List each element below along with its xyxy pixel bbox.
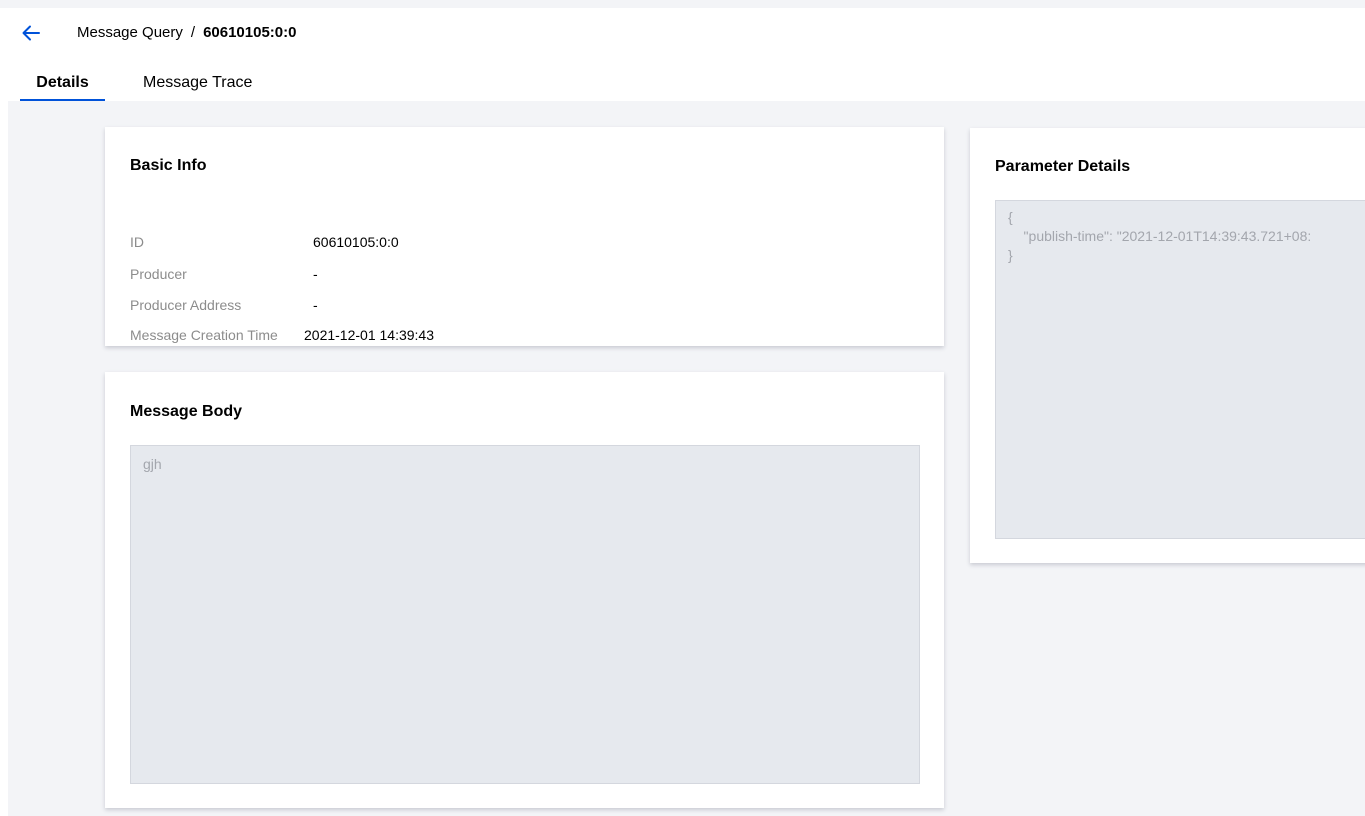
parameter-details-textarea[interactable]: { "publish-time": "2021-12-01T14:39:43.7… — [995, 200, 1365, 539]
message-detail-page: Message Query / 60610105:0:0 Details Messa… — [0, 0, 1365, 816]
info-label: Producer Address — [130, 297, 242, 313]
message-body-textarea[interactable]: gjh — [130, 445, 920, 784]
info-label: Message Creation Time — [130, 327, 278, 343]
breadcrumb-parent[interactable]: Message Query — [77, 24, 183, 41]
info-value: - — [313, 297, 318, 313]
breadcrumb-current: 60610105:0:0 — [203, 24, 297, 41]
info-value: 60610105:0:0 — [313, 234, 399, 250]
parameter-details-title: Parameter Details — [995, 158, 1131, 175]
breadcrumb: Message Query / 60610105:0:0 — [77, 23, 296, 43]
page-header: Message Query / 60610105:0:0 Details Messa… — [0, 0, 1365, 101]
info-value: - — [313, 266, 318, 282]
message-body-card: Message Body gjh — [105, 372, 944, 808]
arrow-left-icon — [22, 25, 40, 41]
param-line: { — [1008, 209, 1013, 225]
message-body-title: Message Body — [130, 403, 243, 420]
basic-info-title: Basic Info — [130, 157, 207, 174]
info-label: Producer — [130, 266, 187, 282]
parameter-details-card: Parameter Details { "publish-time": "202… — [970, 128, 1365, 563]
content-area: Basic Info ID 60610105:0:0 Producer - Pr… — [8, 101, 1365, 816]
breadcrumb-separator: / — [190, 24, 196, 41]
info-value: 2021-12-01 14:39:43 — [304, 327, 434, 343]
basic-info-card: Basic Info ID 60610105:0:0 Producer - Pr… — [105, 127, 944, 346]
back-button[interactable] — [18, 20, 44, 46]
info-label: ID — [130, 234, 144, 250]
tab-message-trace[interactable]: Message Trace — [143, 64, 252, 101]
param-line: "publish-time": "2021-12-01T14:39:43.721… — [1008, 228, 1312, 244]
tab-details[interactable]: Details — [20, 64, 105, 101]
param-line: } — [1008, 247, 1013, 263]
top-strip — [0, 0, 1365, 8]
